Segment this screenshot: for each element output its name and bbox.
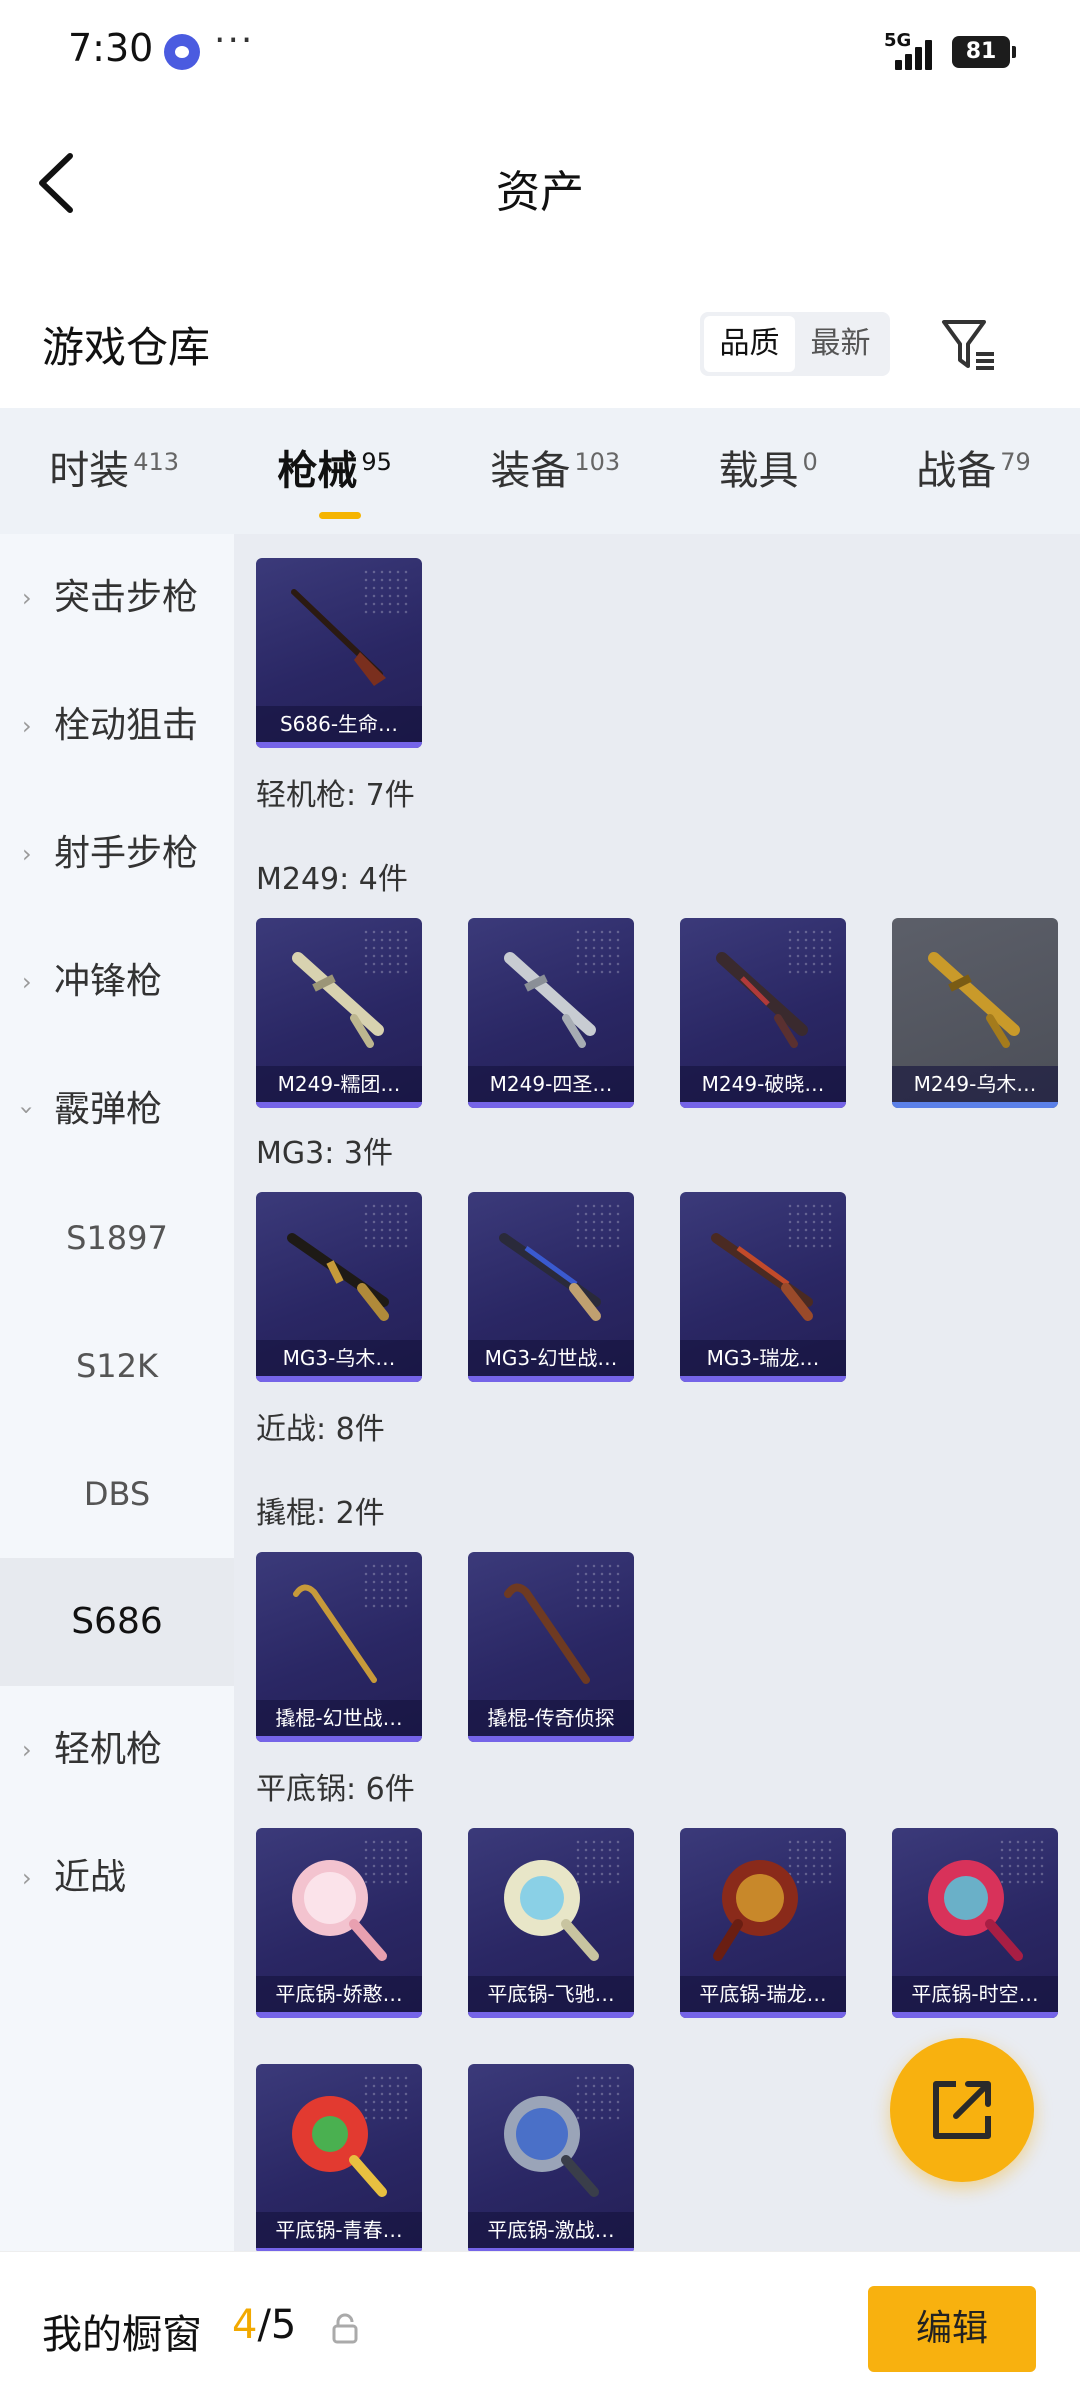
sidebar-item-marksman-rifle[interactable]: › 射手步枪	[0, 790, 234, 918]
chevron-right-icon: ›	[22, 1864, 32, 1892]
item-card[interactable]: 平底锅-激战…	[468, 2064, 634, 2251]
machine-gun-icon	[499, 1233, 601, 1321]
section-header: 游戏仓库 品质 最新	[0, 258, 1080, 408]
frying-pan-icon	[504, 1860, 599, 1961]
crowbar-icon	[504, 1583, 590, 1684]
frying-pan-icon	[292, 1860, 387, 1961]
status-time: 7:30	[68, 26, 154, 70]
group-label: MG3: 3件	[256, 1136, 393, 1171]
tab-weapons[interactable]: 枪械 95	[277, 438, 392, 519]
crowbar-icon	[293, 1584, 377, 1683]
machine-gun-icon	[711, 1233, 813, 1321]
item-card[interactable]: M249-破晓…	[680, 918, 846, 1108]
item-card[interactable]: M249-四圣…	[468, 918, 634, 1108]
sidebar-item-melee[interactable]: › 近战	[0, 1814, 234, 1942]
sort-newest-button[interactable]: 最新	[795, 316, 886, 372]
sidebar-item-shotgun[interactable]: › 霰弹枪	[0, 1046, 234, 1174]
battery-icon: 81	[952, 36, 1016, 68]
item-card[interactable]: MG3-瑞龙…	[680, 1192, 846, 1382]
frying-pan-icon	[928, 1860, 1023, 1961]
tab-gear[interactable]: 战备 79	[916, 438, 1031, 496]
active-tab-indicator	[319, 512, 362, 519]
chevron-right-icon: ›	[22, 840, 32, 868]
sidebar-item-bolt-sniper[interactable]: › 栓动狙击	[0, 662, 234, 790]
frying-pan-icon	[713, 1860, 798, 1961]
sidebar-subitem-dbs[interactable]: DBS	[0, 1430, 234, 1558]
section-title: 游戏仓库	[42, 323, 211, 372]
item-card[interactable]: MG3-乌木…	[256, 1192, 422, 1382]
sidebar-subitem-s1897[interactable]: S1897	[0, 1174, 234, 1302]
sidebar-subitem-s12k[interactable]: S12K	[0, 1302, 234, 1430]
share-button[interactable]	[890, 2038, 1034, 2182]
signal-icon	[895, 34, 939, 70]
chevron-right-icon: ›	[22, 584, 32, 612]
tab-fashion[interactable]: 时装 413	[49, 438, 179, 496]
item-card[interactable]: M249-乌木…	[892, 918, 1058, 1108]
machine-gun-icon	[716, 952, 808, 1048]
shotgun-icon	[291, 589, 386, 686]
page-title: 资产	[496, 167, 584, 218]
item-card[interactable]: 撬棍-幻世战…	[256, 1552, 422, 1742]
edit-button[interactable]: 编辑	[868, 2286, 1036, 2372]
item-card[interactable]: 平底锅-时空…	[892, 1828, 1058, 2018]
item-card[interactable]: 平底锅-飞驰…	[468, 1828, 634, 2018]
item-card[interactable]: MG3-幻世战…	[468, 1192, 634, 1382]
chevron-right-icon: ›	[22, 712, 32, 740]
filter-icon	[942, 320, 994, 370]
showcase-count: 4/5	[232, 2302, 297, 2348]
machine-gun-icon	[928, 952, 1020, 1048]
lock-icon	[332, 2313, 358, 2344]
sidebar-item-smg[interactable]: › 冲锋枪	[0, 918, 234, 1046]
sort-toggle: 品质 最新	[700, 312, 890, 376]
category-tabs: 时装 413 枪械 95 装备 103 载具 0 战备 79	[0, 408, 1080, 534]
category-sidebar: › 突击步枪 › 栓动狙击 › 射手步枪 › 冲锋枪 › 霰弹枪 S1897 S12K D…	[0, 534, 234, 2251]
machine-gun-icon	[287, 1233, 389, 1321]
chevron-down-icon: ›	[12, 1105, 41, 1115]
chevron-right-icon: ›	[22, 968, 32, 996]
machine-gun-icon	[504, 952, 596, 1048]
item-card[interactable]: S686-生命…	[256, 558, 422, 748]
group-label: 撬棍: 2件	[256, 1496, 385, 1531]
item-card[interactable]: 撬棍-传奇侦探	[468, 1552, 634, 1742]
item-card[interactable]: 平底锅-娇憨…	[256, 1828, 422, 2018]
chevron-right-icon: ›	[22, 1736, 32, 1764]
group-label: M249: 4件	[256, 862, 408, 897]
machine-gun-icon	[292, 952, 384, 1048]
frying-pan-icon	[292, 2096, 387, 2197]
sidebar-subitem-s686[interactable]: S686	[0, 1558, 234, 1686]
nav-bar: 资产	[0, 108, 1080, 258]
item-grid: S686-生命… 轻机枪: 7件 M249: 4件 M249-糯团… M249-…	[234, 534, 1080, 2251]
sidebar-item-assault-rifle[interactable]: › 突击步枪	[0, 534, 234, 662]
frying-pan-icon	[504, 2096, 599, 2197]
item-card[interactable]: 平底锅-青春…	[256, 2064, 422, 2251]
tab-equipment[interactable]: 装备 103	[490, 438, 620, 496]
sidebar-item-lmg[interactable]: › 轻机枪	[0, 1686, 234, 1814]
status-bar: 7:30 ··· 5G 81	[0, 0, 1080, 108]
share-icon	[933, 2081, 991, 2139]
showcase-bar: 我的橱窗 4/5 编辑	[0, 2251, 1080, 2401]
item-card[interactable]: 平底锅-瑞龙…	[680, 1828, 846, 2018]
filter-button[interactable]	[938, 314, 998, 374]
tab-vehicles[interactable]: 载具 0	[719, 438, 818, 496]
sort-quality-button[interactable]: 品质	[704, 316, 795, 372]
app-notification-icon	[164, 34, 200, 70]
group-label: 平底锅: 6件	[256, 1772, 415, 1807]
group-label: 近战: 8件	[256, 1412, 385, 1447]
more-notifications-icon: ···	[214, 20, 255, 61]
showcase-title: 我的橱窗	[42, 2312, 202, 2358]
item-card[interactable]: M249-糯团…	[256, 918, 422, 1108]
group-label: 轻机枪: 7件	[256, 778, 415, 813]
